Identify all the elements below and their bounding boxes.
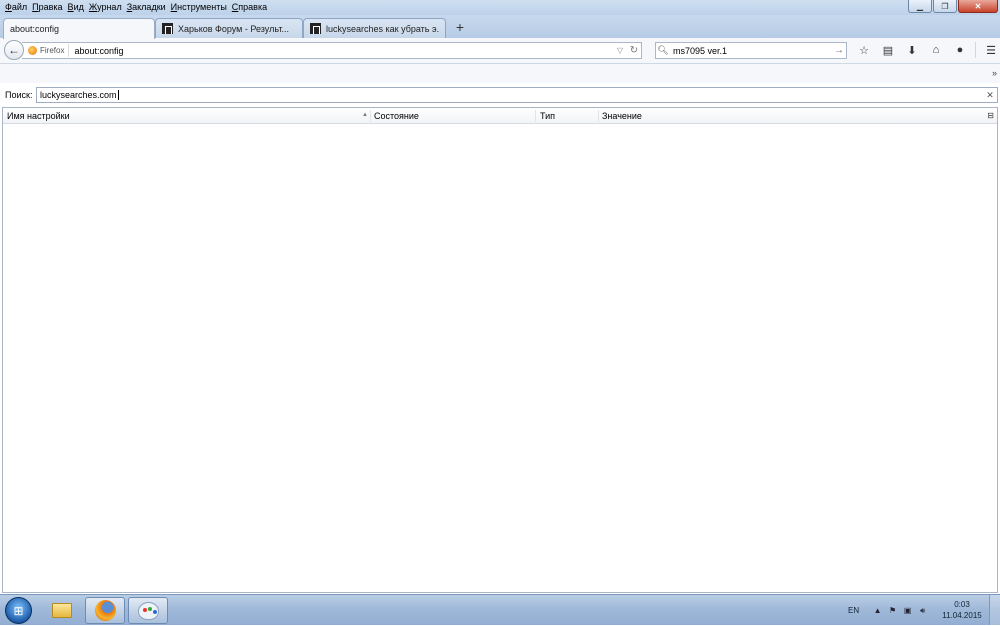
bookmarks-overflow-button[interactable]: » <box>992 68 997 78</box>
menu-file[interactable]: Файл <box>3 1 30 13</box>
navigation-bar: Firefox about:config ▽ ↻ ← 🔍︎ ms7095 ver… <box>0 38 1000 64</box>
show-hidden-icons-icon[interactable]: ▲ <box>873 606 882 615</box>
menu-view[interactable]: Вид <box>66 1 87 13</box>
filter-value[interactable]: luckysearches.com <box>40 90 117 100</box>
url-bar[interactable]: Firefox about:config ▽ ↻ <box>22 42 642 59</box>
taskbar-paint[interactable] <box>128 597 168 624</box>
download-icon: ⬇ <box>907 44 917 57</box>
chat-button[interactable]: ● <box>948 41 972 59</box>
filter-row: Поиск: luckysearches.com ✕ <box>0 87 1000 104</box>
filter-input-wrap: luckysearches.com <box>37 90 983 101</box>
column-picker-icon[interactable]: ⊟ <box>987 111 994 120</box>
tab-label: luckysearches как убрать э... <box>326 23 439 34</box>
menu-icon: ☰ <box>986 44 996 57</box>
tab-kharkov-forum[interactable]: Харьков Форум - Результ... <box>155 18 303 38</box>
close-icon: ✕ <box>974 1 982 11</box>
taskbar-firefox[interactable] <box>85 597 125 624</box>
toolbar-separator <box>975 42 976 58</box>
restore-button[interactable]: ❐ <box>933 0 957 13</box>
star-icon: ☆ <box>859 44 869 57</box>
toolbar-buttons: ☆ ▤ ⬇ ⌂ ● ☰ <box>852 41 1000 59</box>
filter-label: Поиск: <box>5 90 33 100</box>
taskbar: ⊞ EN ▲ ⚑ ▣ 🔊︎ 0:03 11.04.2015 <box>0 594 1000 625</box>
history-dropdown-icon[interactable]: ▽ <box>613 46 627 55</box>
system-tray: EN ▲ ⚑ ▣ 🔊︎ <box>848 595 927 626</box>
menu-edit[interactable]: Правка <box>30 1 65 13</box>
column-header-status[interactable]: Состояние <box>374 111 419 121</box>
back-button[interactable]: ← <box>4 40 24 60</box>
start-button[interactable]: ⊞ <box>5 597 32 624</box>
clock-time: 0:03 <box>954 600 970 609</box>
config-page: Поиск: luckysearches.com ✕ Имя настройки… <box>0 83 1000 594</box>
downloads-button[interactable]: ⬇ <box>900 41 924 59</box>
search-input[interactable]: ms7095 ver.1 <box>670 46 832 56</box>
search-bar[interactable]: 🔍︎ ms7095 ver.1 → <box>655 42 847 59</box>
column-splitter[interactable] <box>535 110 536 122</box>
tab-label: Харьков Форум - Результ... <box>178 23 289 34</box>
clear-filter-icon[interactable]: ✕ <box>983 90 997 101</box>
sort-ascending-icon: ▲ <box>362 112 368 118</box>
menu-help[interactable]: Справка <box>230 1 270 13</box>
show-desktop-button[interactable] <box>989 595 1000 625</box>
tab-label: about:config <box>10 24 60 34</box>
paint-icon <box>137 601 159 620</box>
identity-box[interactable]: Firefox <box>22 44 70 57</box>
filter-input[interactable]: luckysearches.com ✕ <box>36 87 998 103</box>
reading-list-icon: ▤ <box>882 44 894 57</box>
column-header-value[interactable]: Значение <box>602 111 642 121</box>
back-arrow-icon: ← <box>8 43 20 57</box>
reload-icon[interactable]: ↻ <box>627 45 641 56</box>
tab-about-config[interactable]: about:config <box>3 18 155 39</box>
clock-date: 11.04.2015 <box>942 611 982 620</box>
tab-strip: about:config Харьков Форум - Результ... … <box>0 15 1000 39</box>
bookmarks-bar: » <box>0 64 1000 83</box>
new-tab-button[interactable]: + <box>452 19 468 35</box>
minimize-icon: ▁ <box>916 1 924 11</box>
action-center-flag-icon[interactable]: ⚑ <box>888 606 897 615</box>
bookmark-star-button[interactable]: ☆ <box>852 41 876 59</box>
home-button[interactable]: ⌂ <box>924 41 948 59</box>
reading-list-button[interactable]: ▤ <box>876 41 900 59</box>
menu-tools[interactable]: Инструменты <box>169 1 230 13</box>
search-go-icon[interactable]: → <box>832 45 846 56</box>
plus-icon: + <box>455 19 465 35</box>
site-favicon-icon <box>310 23 321 34</box>
window-controls: ▁ ❐ ✕ <box>908 0 998 13</box>
menu-bar: Файл Правка Вид Журнал Закладки Инструме… <box>3 1 270 13</box>
menu-bookmarks[interactable]: Закладки <box>125 1 169 13</box>
firefox-icon <box>94 600 116 621</box>
search-icon[interactable]: 🔍︎ <box>656 45 670 56</box>
column-header-name[interactable]: Имя настройки <box>7 111 70 121</box>
column-header-type[interactable]: Тип <box>540 111 555 121</box>
column-splitter[interactable] <box>598 110 599 122</box>
language-indicator[interactable]: EN <box>848 606 859 615</box>
tab-luckysearches[interactable]: luckysearches как убрать э... <box>303 18 446 38</box>
menu-history[interactable]: Журнал <box>87 1 125 13</box>
preferences-tree[interactable]: Имя настройки ▲ Состояние Тип Значение ⊟ <box>2 107 998 593</box>
title-bar: Файл Правка Вид Журнал Закладки Инструме… <box>0 0 1000 15</box>
firefox-logo-icon <box>28 46 37 55</box>
clock[interactable]: 0:03 11.04.2015 <box>940 599 984 621</box>
tree-header: Имя настройки ▲ Состояние Тип Значение ⊟ <box>3 108 997 124</box>
network-icon[interactable]: ▣ <box>903 606 912 615</box>
identity-label: Firefox <box>40 46 65 55</box>
volume-icon[interactable]: 🔊︎ <box>918 606 927 615</box>
minimize-button[interactable]: ▁ <box>908 0 932 13</box>
folder-icon <box>52 603 72 618</box>
url-input[interactable]: about:config <box>69 46 613 56</box>
restore-icon: ❐ <box>941 1 949 11</box>
column-splitter[interactable] <box>370 110 371 122</box>
taskbar-explorer[interactable] <box>42 597 82 624</box>
site-favicon-icon <box>162 23 173 34</box>
windows-logo-icon: ⊞ <box>13 603 24 618</box>
close-window-button[interactable]: ✕ <box>958 0 998 13</box>
menu-button[interactable]: ☰ <box>979 41 1000 59</box>
chat-icon: ● <box>956 44 964 56</box>
text-caret <box>117 90 119 101</box>
home-icon: ⌂ <box>932 44 940 56</box>
